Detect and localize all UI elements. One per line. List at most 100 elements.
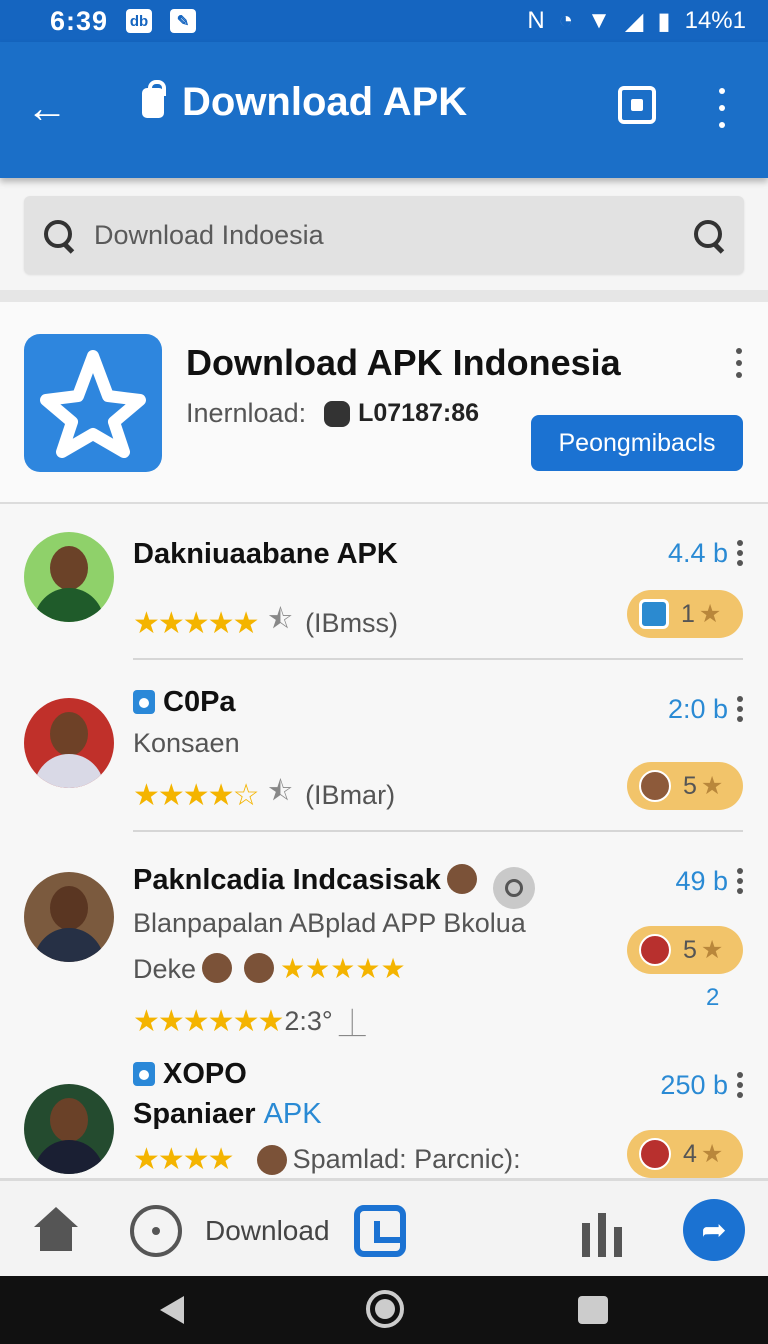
avatar (24, 872, 114, 962)
app-developer: Konsaen (133, 728, 240, 758)
app-bar: ← Download APK (0, 42, 768, 178)
rating-text: 2:3° (284, 1006, 333, 1036)
badge-count: 5 (683, 935, 697, 964)
stats-icon[interactable] (578, 1207, 628, 1257)
badge-avatar-icon (639, 934, 671, 966)
screenshot-icon[interactable] (618, 86, 656, 124)
badge-count: 4 (683, 1139, 697, 1168)
badge-count: 1 (681, 599, 695, 628)
rating: ★★★★★ ⯪ (IBmss) (133, 600, 398, 646)
app-logo-icon (24, 334, 162, 472)
search-input[interactable] (94, 219, 694, 251)
nfc-icon: N (527, 7, 545, 34)
item-more-icon[interactable] (736, 696, 744, 722)
nav-download-label[interactable]: Download (205, 1215, 330, 1247)
badge-avatar-icon (639, 1138, 671, 1170)
item-more-icon[interactable] (736, 1072, 744, 1098)
featured-app-card[interactable]: Download APK Indonesia Inernload: L07187… (0, 302, 768, 504)
item-badge[interactable]: 4 ★ (627, 1130, 743, 1178)
user-avatar-icon (244, 953, 275, 983)
location-pin-icon (492, 867, 535, 909)
item-badge[interactable]: 1 ★ (627, 590, 743, 638)
star-decoration-icon: ★★★★★ (280, 953, 406, 984)
share-fab-icon[interactable]: ➦ (683, 1199, 745, 1261)
badge-star-icon: ★ (700, 772, 724, 800)
item-badge[interactable]: 5 ★ (627, 926, 743, 974)
featured-action-button[interactable]: Peongmibacls (531, 415, 743, 471)
featured-download-count: L07187:86 (324, 399, 479, 428)
avatar (24, 1084, 114, 1174)
star-rating-icon: ★★★★★★ (133, 1005, 284, 1038)
list-item[interactable]: Dakniuaabane APK ★★★★★ ⯪ (IBmss) 4.4 b 1… (0, 504, 768, 660)
star-rating-icon: ★★★★ (133, 1143, 235, 1176)
badge-avatar-icon (639, 770, 671, 802)
developer-name: Deke (133, 954, 197, 984)
badge-star-icon: ★ (700, 936, 724, 964)
search-submit-icon[interactable] (694, 220, 724, 250)
reviewer-avatar-icon (256, 1144, 287, 1175)
app-name: Paknlcadia Indcasisak (133, 864, 535, 909)
edit-notification-icon: ✎ (170, 9, 197, 33)
signal-icon: ◢ (624, 7, 644, 35)
notification-icon: db (126, 9, 153, 33)
user-avatar-icon (202, 953, 233, 983)
list-item[interactable]: XOPO Spaniaer APK ★★★★ Spamlad: Parcnic)… (0, 1044, 768, 1178)
app-tag-icon (133, 1062, 155, 1086)
app-name-text: XOPO (163, 1058, 247, 1090)
rating: ★★★★★★ 2:3° ⏊ (133, 1002, 378, 1041)
app-name-text: Paknlcadia Indcasisak (133, 864, 441, 896)
battery-icon: ▮ (657, 7, 671, 35)
featured-count-value: L07187:86 (358, 399, 480, 427)
featured-download-info: Inernload: L07187:86 (186, 398, 479, 429)
back-arrow-icon[interactable]: ← (26, 86, 70, 130)
item-more-icon[interactable] (736, 540, 744, 566)
overflow-menu-icon[interactable] (716, 88, 728, 128)
app-name: C0Pa (133, 686, 236, 719)
search-icon (44, 220, 74, 250)
status-bar: 6:39 db ✎ N ◔ ▼ ◢ ▮ 14%1 (0, 0, 768, 42)
status-time: 6:39 (50, 5, 109, 36)
system-navigation (0, 1276, 768, 1344)
home-icon[interactable] (34, 1207, 78, 1251)
featured-title: Download APK Indonesia (186, 342, 621, 383)
app-name: Dakniuaabane APK (133, 538, 398, 570)
featured-more-icon[interactable] (734, 348, 744, 378)
badge-count: 5 (683, 771, 697, 800)
badge-star-icon: ★ (698, 600, 722, 628)
list-item[interactable]: Paknlcadia Indcasisak Blanpapalan ABplad… (0, 832, 768, 1044)
app-subtitle-b: APK (263, 1098, 322, 1130)
star-rating-icon: ★★★★☆ (133, 778, 259, 812)
rating: ★★★★☆ ⯪ (IBmar) (133, 772, 395, 818)
app-subtitle: Spaniaer APK (133, 1098, 322, 1131)
app-size: 2:0 b (667, 694, 728, 724)
app-tag-icon (133, 690, 155, 714)
wifi-icon: ▼ (587, 7, 611, 34)
app-size: 49 b (675, 866, 728, 896)
system-home-icon[interactable] (366, 1290, 404, 1328)
rating: ★★★★ Spamlad: Parcnic): (133, 1142, 521, 1177)
battery-level: 14%1 (684, 7, 746, 34)
badge-star-icon: ★ (700, 1140, 724, 1168)
app-badge-icon (639, 599, 669, 629)
list-item[interactable]: C0Pa Konsaen ★★★★☆ ⯪ (IBmar) 2:0 b 5 ★ (0, 660, 768, 832)
section-divider (0, 290, 768, 302)
rating-half-icon: ⯪ (267, 604, 294, 634)
system-recents-icon[interactable] (578, 1296, 608, 1324)
app-description: Blanpapalan ABplad APP Bkolua (133, 908, 526, 938)
alarm-icon: ◔ (558, 7, 574, 34)
app-name-text: C0Pa (163, 686, 236, 718)
discover-icon[interactable] (130, 1205, 182, 1257)
app-title: Download APK (142, 79, 467, 125)
download-icon[interactable] (354, 1205, 406, 1257)
avatar (24, 532, 114, 622)
extra-indicator: 2 (706, 984, 720, 1011)
star-rating-icon: ★★★★★ (133, 606, 259, 640)
item-more-icon[interactable] (736, 868, 744, 894)
search-bar (24, 196, 744, 274)
bottom-navigation: Download ➦ (0, 1178, 768, 1276)
lock-icon (142, 79, 166, 118)
rating-text: Spamlad: Parcnic): (292, 1144, 521, 1174)
app-developer-row: Deke ★★★★★ (133, 952, 406, 985)
item-badge[interactable]: 5 ★ (627, 762, 743, 810)
system-back-icon[interactable] (160, 1296, 184, 1324)
